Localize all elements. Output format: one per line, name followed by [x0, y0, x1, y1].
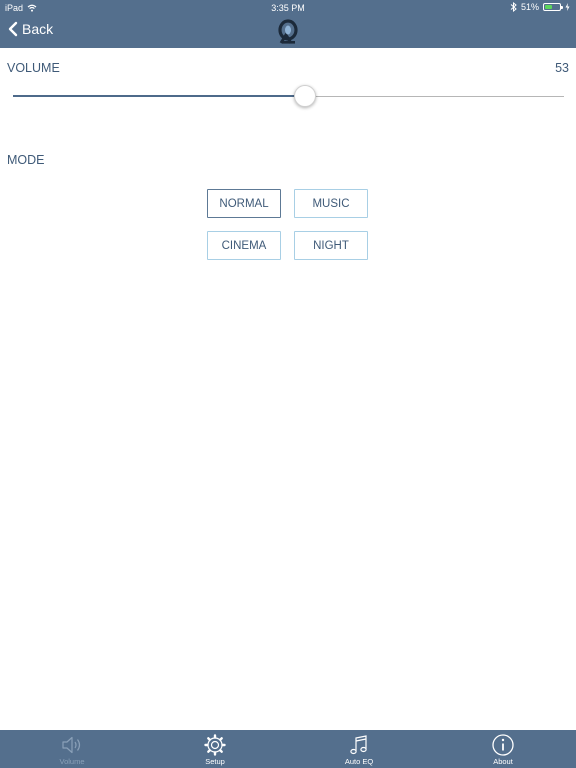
- tab-setup[interactable]: Setup: [175, 730, 255, 768]
- slider-track-fill: [13, 95, 306, 97]
- tab-setup-label: Setup: [205, 757, 225, 766]
- tab-auto-eq-label: Auto EQ: [344, 757, 374, 766]
- charging-icon: [565, 3, 570, 11]
- top-bar: iPad 3:35 PM 51% Back: [0, 0, 576, 48]
- info-icon: [492, 734, 514, 756]
- speaker-icon: [62, 736, 81, 754]
- battery-fill: [545, 5, 553, 9]
- mode-night-button[interactable]: NIGHT: [294, 231, 368, 260]
- app-logo-icon: [278, 19, 298, 44]
- volume-value: 53: [555, 61, 569, 75]
- mode-label: MODE: [7, 153, 45, 167]
- battery-percent: 51%: [520, 2, 539, 12]
- mode-normal-button[interactable]: NORMAL: [207, 189, 281, 218]
- battery-icon: [543, 3, 563, 11]
- music-note-icon: [350, 735, 367, 755]
- status-time: 3:35 PM: [271, 3, 305, 13]
- mode-music-button[interactable]: MUSIC: [294, 189, 368, 218]
- back-label: Back: [22, 21, 54, 37]
- nav-bar: Back: [0, 16, 576, 48]
- volume-slider[interactable]: [13, 84, 564, 108]
- volume-label: VOLUME: [7, 61, 60, 75]
- chevron-left-icon: [8, 21, 18, 37]
- bluetooth-icon: [510, 2, 517, 12]
- tab-volume-label: Volume: [59, 757, 85, 766]
- tab-about[interactable]: About: [463, 730, 543, 768]
- tab-auto-eq[interactable]: Auto EQ: [319, 730, 399, 768]
- tab-bar: Volume Setup Auto EQ About: [0, 730, 576, 768]
- tab-volume[interactable]: Volume: [32, 730, 112, 768]
- back-button[interactable]: Back: [8, 21, 53, 37]
- tab-about-label: About: [493, 757, 513, 766]
- gear-icon: [204, 734, 226, 756]
- mode-cinema-button[interactable]: CINEMA: [207, 231, 281, 260]
- status-bar: iPad 3:35 PM 51%: [0, 0, 576, 16]
- slider-thumb[interactable]: [294, 85, 317, 107]
